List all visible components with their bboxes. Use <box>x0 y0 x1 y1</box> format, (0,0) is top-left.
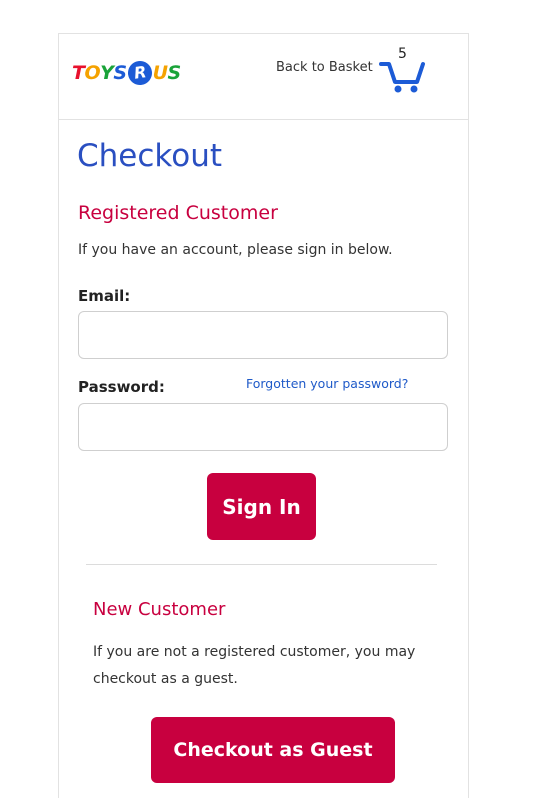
logo-letter: U <box>152 62 168 84</box>
toys-r-us-logo[interactable]: T O Y S R U S <box>72 58 202 88</box>
section-divider <box>86 564 437 565</box>
page-title: Checkout <box>77 138 223 174</box>
logo-letter: S <box>113 62 127 84</box>
password-label: Password: <box>78 378 165 396</box>
registered-customer-heading: Registered Customer <box>78 202 278 224</box>
sign-in-button[interactable]: Sign In <box>207 473 316 540</box>
registered-intro-text: If you have an account, please sign in b… <box>78 242 393 258</box>
logo-letter: T <box>72 62 85 84</box>
forgot-password-link[interactable]: Forgotten your password? <box>246 376 408 391</box>
email-field[interactable] <box>78 311 448 359</box>
checkout-panel: T O Y S R U S Back to Basket 5 Checkout … <box>58 33 469 798</box>
checkout-as-guest-button[interactable]: Checkout as Guest <box>151 717 395 783</box>
new-customer-text: If you are not a registered customer, yo… <box>93 644 416 687</box>
email-label: Email: <box>78 287 131 305</box>
back-to-basket-link[interactable]: Back to Basket <box>276 60 373 75</box>
site-header: T O Y S R U S Back to Basket 5 <box>59 34 468 120</box>
new-customer-heading: New Customer <box>93 599 226 620</box>
logo-letter: Y <box>100 62 114 84</box>
basket-count-badge: 5 <box>398 46 407 62</box>
logo-letter: R <box>126 59 154 87</box>
password-field[interactable] <box>78 403 448 451</box>
logo-letter: O <box>84 62 101 84</box>
logo-letter: S <box>167 62 182 84</box>
